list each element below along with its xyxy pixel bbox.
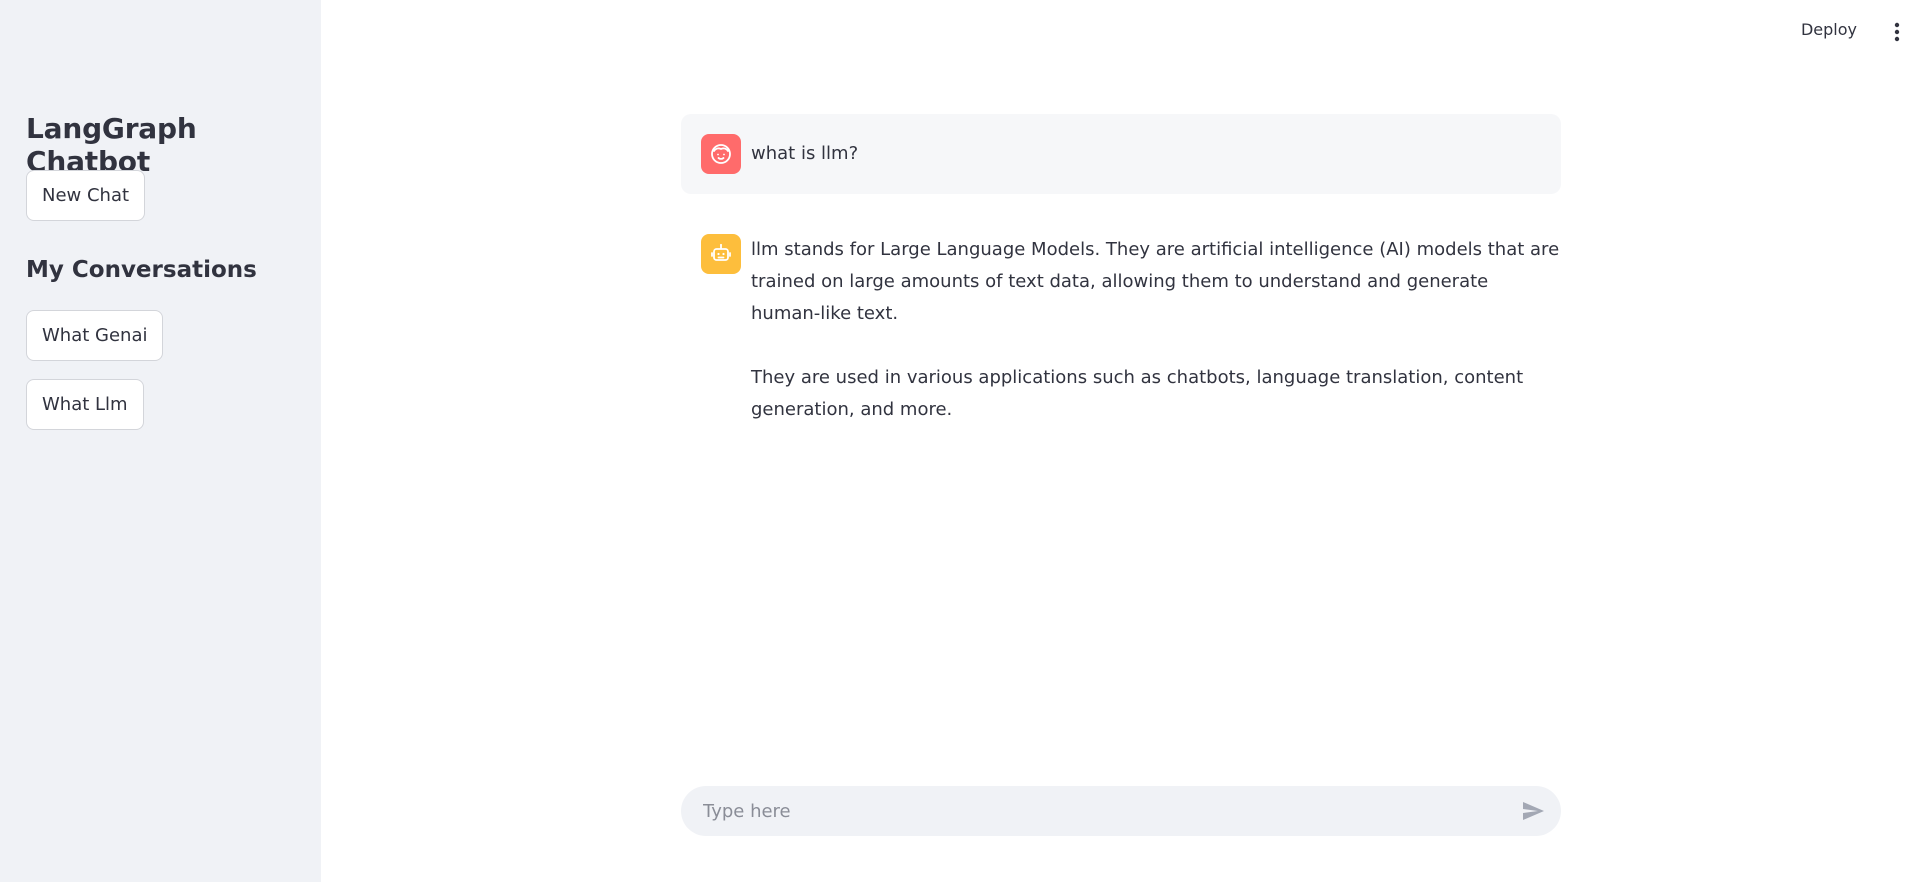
user-message-text: what is llm? (751, 143, 859, 164)
chat-input-container (681, 786, 1561, 836)
chat-input[interactable] (701, 786, 1481, 836)
new-chat-button[interactable]: New Chat (26, 170, 146, 221)
top-header: Deploy (321, 0, 1917, 64)
more-vertical-icon[interactable] (1891, 20, 1903, 44)
assistant-paragraph: llm stands for Large Language Models. Th… (751, 239, 1560, 324)
chat-message-user: what is llm? (681, 114, 1561, 194)
sidebar-title: LangGraph Chatbot (26, 112, 197, 178)
send-icon[interactable] (1517, 795, 1549, 827)
conversations-heading: My Conversations (26, 257, 257, 283)
deploy-button[interactable]: Deploy (1801, 20, 1857, 39)
conversation-item-what-genai[interactable]: What Genai (26, 310, 164, 361)
user-face-icon (701, 134, 741, 174)
assistant-message-text: llm stands for Large Language Models. Th… (751, 234, 1561, 458)
sidebar: LangGraph Chatbot New Chat My Conversati… (0, 0, 321, 882)
conversation-item-what-llm[interactable]: What Llm (26, 379, 144, 430)
app-root: LangGraph Chatbot New Chat My Conversati… (0, 0, 1917, 882)
chat-message-assistant: llm stands for Large Language Models. Th… (681, 230, 1561, 420)
robot-icon (701, 234, 741, 274)
assistant-paragraph: They are used in various applications su… (751, 367, 1524, 420)
